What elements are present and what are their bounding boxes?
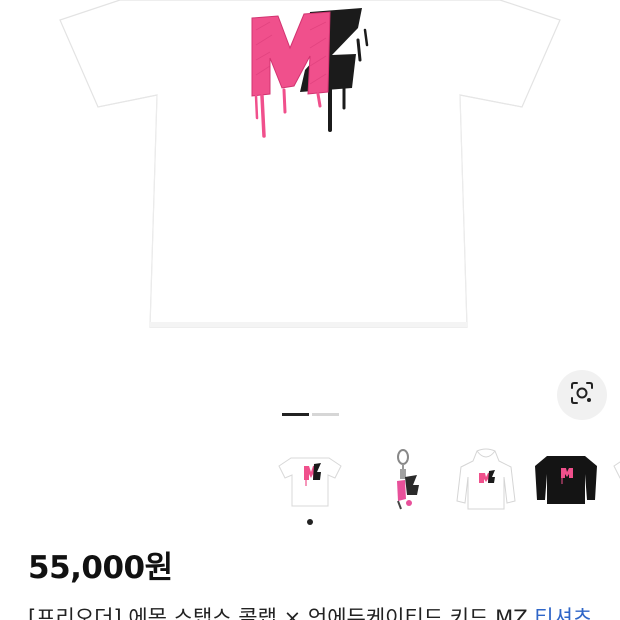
thumbnail-white-hoodie[interactable] bbox=[446, 440, 526, 520]
lens-search-button[interactable] bbox=[557, 370, 607, 420]
lens-search-icon bbox=[569, 380, 595, 410]
product-title-text: [프리오더] 에몽 스탭스 콜랩 × 언에듀케이티드 키드 MZ bbox=[28, 606, 535, 620]
thumbnail-partial-item[interactable] bbox=[605, 440, 620, 520]
thumbnail-black-sweatshirt[interactable] bbox=[526, 440, 606, 520]
product-title-accent[interactable]: 티셔츠 bbox=[534, 606, 592, 620]
thumbnail-strip[interactable] bbox=[270, 440, 620, 520]
pager-segment[interactable] bbox=[312, 413, 339, 416]
thumbnail-white-tshirt[interactable] bbox=[270, 440, 350, 520]
image-pager bbox=[282, 413, 339, 416]
product-title: [프리오더] 에몽 스탭스 콜랩 × 언에듀케이티드 키드 MZ 티셔츠 bbox=[28, 604, 620, 620]
product-main-image[interactable] bbox=[0, 0, 620, 370]
thumbnail-selected-dot bbox=[307, 519, 313, 525]
product-price: 55,000원 bbox=[28, 550, 173, 586]
thumbnail-keyring[interactable] bbox=[368, 440, 448, 520]
pager-segment-active[interactable] bbox=[282, 413, 309, 416]
